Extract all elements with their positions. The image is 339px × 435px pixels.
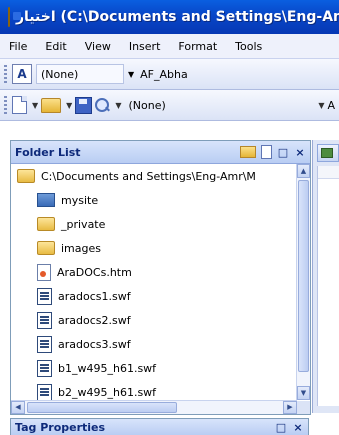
html-file-icon — [37, 263, 51, 281]
style-select[interactable]: (None) — [36, 64, 124, 84]
maximize-button[interactable]: □ — [275, 421, 287, 434]
new-page-icon — [12, 96, 27, 114]
tree-item[interactable]: aradocs2.swf — [11, 308, 297, 332]
tree-item-label: aradocs3.swf — [58, 337, 131, 351]
swf-file-icon — [37, 359, 52, 377]
tag-properties-title: Tag Properties — [15, 420, 106, 434]
close-button[interactable]: × — [292, 421, 304, 434]
menu-edit[interactable]: Edit — [36, 40, 75, 53]
scroll-right-icon[interactable]: ▶ — [283, 401, 297, 414]
tree-item-label: AraDOCs.htm — [57, 265, 132, 279]
formatting-toolbar: A (None) ▼ AF_Abha — [0, 59, 339, 90]
tree-root-label: C:\Documents and Settings\Eng-Amr\M — [41, 169, 256, 183]
menu-view[interactable]: View — [76, 40, 120, 53]
ruler — [318, 166, 339, 179]
tree-item-label: b1_w495_h61.swf — [58, 361, 157, 375]
swf-file-icon — [37, 311, 52, 329]
folder-list-title: Folder List — [15, 145, 81, 159]
scroll-up-icon[interactable]: ▲ — [297, 164, 310, 178]
tree-item-label: aradocs2.swf — [58, 313, 131, 327]
scroll-thumb[interactable] — [298, 180, 309, 372]
editor-pane — [312, 140, 339, 413]
swf-file-icon — [37, 287, 52, 305]
style-select-2[interactable]: (None) — [124, 99, 169, 112]
chevron-down-icon: ▼ — [128, 69, 135, 79]
tree-item-label: images — [61, 241, 101, 255]
save-icon — [75, 96, 93, 114]
open-folder-icon — [41, 97, 62, 113]
menu-format[interactable]: Format — [169, 40, 226, 53]
tree-item[interactable]: _private — [11, 212, 297, 236]
chevron-down-icon[interactable]: ▼ — [32, 101, 38, 110]
folder-icon — [17, 169, 35, 183]
save-button[interactable] — [75, 95, 93, 115]
vertical-scrollbar[interactable]: ▲ ▼ — [296, 164, 310, 400]
menu-insert[interactable]: Insert — [120, 40, 170, 53]
page-tab-icon — [321, 148, 333, 158]
editor-area[interactable] — [317, 166, 339, 406]
new-page-button[interactable] — [12, 95, 27, 115]
editor-tab[interactable] — [317, 144, 339, 162]
title-bar: اختيار (C:\Documents and Settings\Eng-Am… — [0, 0, 339, 34]
swf-file-icon — [37, 335, 52, 353]
tree-item[interactable]: b2_w495_h61.swf — [11, 380, 297, 400]
toolbar-gripper[interactable] — [4, 65, 7, 83]
menu-tools[interactable]: Tools — [226, 40, 271, 53]
chevron-down-icon[interactable]: ▼ — [115, 101, 121, 110]
maximize-button[interactable]: □ — [277, 146, 289, 159]
style-icon[interactable]: A — [12, 64, 32, 84]
close-button[interactable]: × — [294, 146, 306, 159]
menu-file[interactable]: File — [0, 40, 36, 53]
frontpage-app-icon[interactable] — [8, 7, 21, 27]
chevron-down-icon[interactable]: ▼ — [66, 101, 72, 110]
web-folder-icon — [37, 193, 55, 207]
window-title: اختيار (C:\Documents and Settings\Eng-Am… — [16, 9, 339, 25]
search-icon — [94, 97, 110, 113]
tree-item-label: aradocs1.swf — [58, 289, 131, 303]
standard-toolbar: ▼ ▼ ▼ (None) ▼ A — [0, 90, 339, 121]
scroll-thumb[interactable] — [27, 402, 177, 413]
tree-item-label: mysite — [61, 193, 99, 207]
new-page-icon[interactable] — [261, 145, 272, 159]
tree-item[interactable]: AraDOCs.htm — [11, 260, 297, 284]
folder-tree: C:\Documents and Settings\Eng-Amr\M mysi… — [11, 164, 297, 400]
tag-properties-header: Tag Properties □ × — [10, 418, 309, 435]
folder-list-pane: Folder List □ × C:\Documents and Setting… — [10, 140, 311, 415]
new-folder-icon[interactable] — [240, 146, 256, 158]
horizontal-scrollbar[interactable]: ◀ ▶ — [11, 400, 297, 414]
folder-list-header: Folder List □ × — [11, 141, 310, 164]
style-select-value: (None) — [41, 67, 79, 81]
search-button[interactable] — [94, 95, 110, 115]
open-button[interactable] — [41, 95, 62, 115]
swf-file-icon — [37, 383, 52, 400]
toolbar-trailing-label: A — [327, 98, 335, 112]
tree-item[interactable]: b1_w495_h61.swf — [11, 356, 297, 380]
scroll-down-icon[interactable]: ▼ — [297, 386, 310, 400]
folder-icon — [37, 217, 55, 231]
tree-root[interactable]: C:\Documents and Settings\Eng-Amr\M — [11, 164, 297, 188]
scroll-left-icon[interactable]: ◀ — [11, 401, 25, 414]
tree-item-label: _private — [61, 217, 106, 231]
folder-icon — [37, 241, 55, 255]
toolbar-gripper[interactable] — [4, 96, 7, 114]
tree-item[interactable]: aradocs1.swf — [11, 284, 297, 308]
font-select[interactable]: ▼ AF_Abha — [124, 68, 192, 81]
menu-bar: File Edit View Insert Format Tools — [0, 34, 339, 59]
style-select-2-value: (None) — [128, 98, 166, 112]
scrollbar-corner — [297, 401, 310, 414]
tree-item-label: b2_w495_h61.swf — [58, 385, 157, 399]
font-select-value: AF_Abha — [140, 67, 188, 81]
tree-item[interactable]: mysite — [11, 188, 297, 212]
chevron-down-icon[interactable]: ▼ — [318, 101, 324, 110]
tree-item[interactable]: aradocs3.swf — [11, 332, 297, 356]
tree-item[interactable]: images — [11, 236, 297, 260]
